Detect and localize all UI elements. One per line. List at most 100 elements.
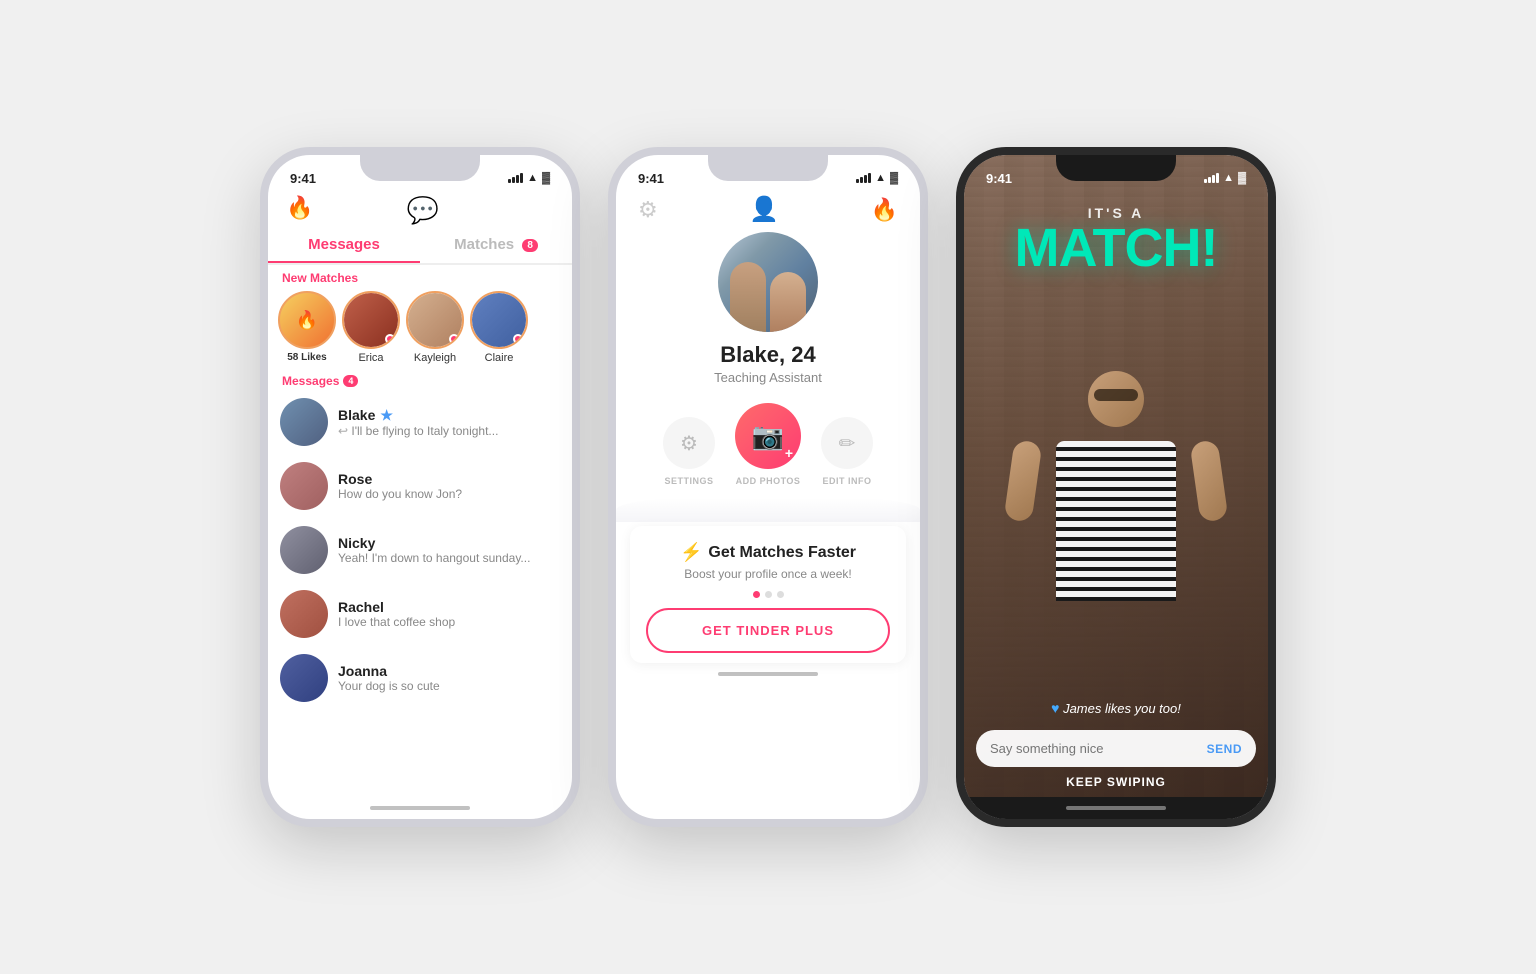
sunglasses: [1094, 389, 1138, 401]
erica-avatar[interactable]: Erica: [342, 291, 400, 364]
signal-2-icon: [856, 173, 871, 183]
wifi-2-icon: ▲: [875, 172, 886, 184]
james-likes-section: ♥ James likes you too!: [964, 696, 1268, 724]
dot-active: [753, 591, 760, 598]
rachel-name: Rachel: [338, 599, 560, 615]
tinder-flame-2-icon[interactable]: 🔥: [871, 197, 898, 223]
camera-icon: 📷: [752, 421, 784, 452]
time-1: 9:41: [290, 171, 316, 186]
edit-info-label: EDIT INFO: [823, 476, 872, 486]
time-3: 9:41: [986, 171, 1012, 186]
rose-preview: How do you know Jon?: [338, 487, 560, 501]
message-item-blake[interactable]: Blake ★ ↩ I'll be flying to Italy tonigh…: [268, 390, 572, 454]
home-bar-3: [964, 797, 1268, 819]
wifi-3-icon: ▲: [1223, 172, 1234, 184]
wave-divider: [616, 498, 920, 522]
edit-info-btn[interactable]: ✏ EDIT INFO: [821, 417, 873, 486]
new-matches-row: 🔥 58 Likes Erica Kayleigh: [268, 287, 572, 372]
blake-msg-info: Blake ★ ↩ I'll be flying to Italy tonigh…: [338, 407, 560, 438]
matches-badge: 8: [522, 239, 538, 252]
match-content: IT'S A MATCH!: [964, 191, 1268, 797]
joanna-name: Joanna: [338, 663, 560, 679]
james-likes-text: ♥ James likes you too!: [1051, 701, 1181, 716]
nicky-preview: Yeah! I'm down to hangout sunday...: [338, 551, 560, 565]
match-text: MATCH!: [964, 221, 1268, 275]
settings-header-icon[interactable]: ⚙: [638, 197, 658, 223]
promo-card: ⚡ Get Matches Faster Boost your profile …: [630, 526, 906, 663]
dot-1: [765, 591, 772, 598]
wifi-icon: ▲: [527, 172, 538, 184]
rose-avatar: [280, 462, 328, 510]
tinder-flame-icon: 🔥: [286, 195, 313, 226]
right-arm: [1190, 439, 1229, 522]
reply-arrow-icon: ↩: [338, 424, 351, 438]
status-icons-1: ▲ ▓: [508, 172, 550, 184]
kayleigh-avatar[interactable]: Kayleigh: [406, 291, 464, 364]
likes-avatar[interactable]: 🔥 58 Likes: [278, 291, 336, 364]
rose-name: Rose: [338, 471, 560, 487]
claire-label: Claire: [485, 352, 514, 364]
notch-2: [708, 155, 828, 181]
message-item-rachel[interactable]: Rachel I love that coffee shop: [268, 582, 572, 646]
striped-body: [1056, 441, 1176, 601]
phone3-inner: 9:41 ▲ ▓ IT'S A MATCH!: [964, 155, 1268, 819]
promo-subtitle: Boost your profile once a week!: [646, 567, 890, 581]
stripes-pattern: [1056, 441, 1176, 601]
tab-matches[interactable]: Matches 8: [420, 228, 572, 263]
add-photos-icon-wrap: 📷 +: [735, 403, 801, 469]
phone-inner: 9:41 ▲ ▓ 🔥 💬 Messages: [268, 155, 572, 819]
rachel-msg-info: Rachel I love that coffee shop: [338, 599, 560, 629]
add-photos-label: ADD PHOTOS: [736, 476, 801, 486]
home-bar-2: [616, 663, 920, 685]
say-something-input[interactable]: [976, 730, 1193, 767]
its-a-text: IT'S A: [964, 191, 1268, 221]
erica-label: Erica: [358, 352, 383, 364]
signal-3-icon: [1204, 173, 1219, 183]
kayleigh-label: Kayleigh: [414, 352, 456, 364]
blake-preview: ↩ I'll be flying to Italy tonight...: [338, 424, 560, 438]
profile-name: Blake, 24: [720, 342, 815, 368]
messages-section-label: Messages 4: [268, 372, 572, 390]
rachel-preview: I love that coffee shop: [338, 615, 560, 629]
send-button[interactable]: SEND: [1193, 731, 1256, 767]
chat-bubble-icon: 💬: [407, 195, 439, 226]
notch: [360, 155, 480, 181]
blake-star-icon: ★: [380, 407, 393, 424]
profile-avatar-icon: 👤: [749, 195, 779, 224]
message-item-rose[interactable]: Rose How do you know Jon?: [268, 454, 572, 518]
dot-2: [777, 591, 784, 598]
battery-3-icon: ▓: [1238, 172, 1246, 184]
settings-label: SETTINGS: [664, 476, 713, 486]
settings-action-btn[interactable]: ⚙ SETTINGS: [663, 417, 715, 486]
phone-messages: 9:41 ▲ ▓ 🔥 💬 Messages: [260, 147, 580, 827]
status-icons-2: ▲ ▓: [856, 172, 898, 184]
message-input-row: SEND: [976, 730, 1256, 767]
rose-msg-info: Rose How do you know Jon?: [338, 471, 560, 501]
claire-avatar[interactable]: Claire: [470, 291, 528, 364]
blake-name: Blake ★: [338, 407, 560, 424]
nicky-name: Nicky: [338, 535, 560, 551]
message-item-nicky[interactable]: Nicky Yeah! I'm down to hangout sunday..…: [268, 518, 572, 582]
profile-job: Teaching Assistant: [714, 370, 822, 385]
message-item-joanna[interactable]: Joanna Your dog is so cute: [268, 646, 572, 710]
notch-3: [1056, 155, 1176, 181]
home-bar-1: [268, 797, 572, 819]
settings-gear-icon: ⚙: [680, 431, 698, 456]
tab-messages[interactable]: Messages: [268, 228, 420, 263]
profile-photo: [718, 232, 818, 332]
get-tinder-plus-button[interactable]: GET TINDER PLUS: [646, 608, 890, 653]
signal-icon: [508, 173, 523, 183]
phone-profile: 9:41 ▲ ▓ ⚙ 👤 🔥 Blake: [608, 147, 928, 827]
add-photos-btn[interactable]: 📷 + ADD PHOTOS: [735, 403, 801, 486]
status-icons-3: ▲ ▓: [1204, 172, 1246, 184]
plus-icon: +: [785, 445, 793, 461]
keep-swiping-button[interactable]: KEEP SWIPING: [976, 767, 1256, 793]
battery-2-icon: ▓: [890, 172, 898, 184]
match-bottom: SEND KEEP SWIPING: [964, 724, 1268, 797]
tab-row: Messages Matches 8: [268, 226, 572, 265]
battery-icon: ▓: [542, 172, 550, 184]
nicky-msg-info: Nicky Yeah! I'm down to hangout sunday..…: [338, 535, 560, 565]
joanna-avatar: [280, 654, 328, 702]
new-matches-label: New Matches: [268, 265, 572, 287]
nicky-avatar: [280, 526, 328, 574]
